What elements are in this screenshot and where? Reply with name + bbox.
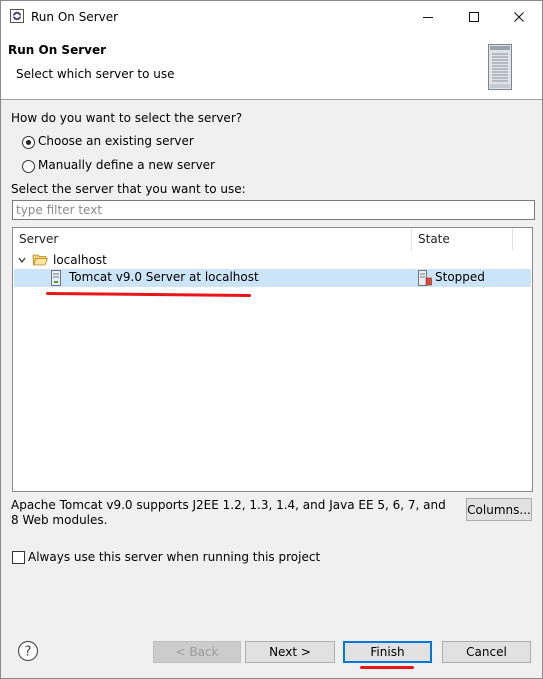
cancel-button[interactable]: Cancel (442, 641, 531, 663)
maximize-icon (469, 12, 479, 22)
server-tree[interactable]: Server State localhost Tomcat v9.0 Serve… (12, 227, 533, 492)
column-header-server[interactable]: Server (13, 228, 412, 250)
svg-text:?: ? (25, 645, 32, 660)
filter-input[interactable] (12, 200, 535, 220)
minimize-icon (423, 17, 433, 18)
server-tower-icon (488, 44, 512, 90)
tree-group-localhost[interactable]: localhost (13, 251, 530, 269)
server-name: Tomcat v9.0 Server at localhost (69, 270, 259, 284)
server-state: Stopped (435, 270, 485, 284)
next-button[interactable]: Next > (245, 641, 335, 663)
red-annotation-underline (360, 666, 414, 669)
header-title: Run On Server (8, 43, 107, 57)
help-icon[interactable]: ? (17, 640, 39, 662)
manual-define-radio[interactable] (22, 160, 35, 173)
columns-button[interactable]: Columns... (466, 498, 532, 521)
selection-question: How do you want to select the server? (11, 111, 243, 125)
stopped-status-icon (418, 270, 432, 286)
title-bar[interactable]: Run On Server (1, 1, 542, 33)
maximize-button[interactable] (451, 1, 497, 33)
eclipse-app-icon (10, 9, 24, 23)
finish-button[interactable]: Finish (343, 641, 432, 663)
server-list-label: Select the server that you want to use: (11, 182, 246, 196)
server-icon (51, 270, 61, 286)
run-on-server-dialog: Run On Server Run On Server Select which… (0, 0, 543, 679)
choose-existing-radio[interactable] (22, 136, 35, 149)
table-row[interactable]: Tomcat v9.0 Server at localhost Stopped (14, 269, 531, 287)
window-title: Run On Server (31, 10, 119, 24)
close-button[interactable] (496, 1, 542, 33)
open-folder-icon (32, 254, 48, 266)
minimize-button[interactable] (405, 1, 451, 33)
server-description: Apache Tomcat v9.0 supports J2EE 1.2, 1.… (11, 498, 446, 527)
chevron-down-icon[interactable] (18, 256, 26, 264)
close-icon (514, 12, 524, 22)
wizard-header: Run On Server Select which server to use (1, 33, 542, 100)
manual-define-label[interactable]: Manually define a new server (38, 158, 215, 172)
back-button[interactable]: < Back (153, 641, 241, 663)
header-description: Select which server to use (16, 67, 175, 81)
column-header-state[interactable]: State (412, 228, 513, 250)
always-use-label[interactable]: Always use this server when running this… (28, 550, 320, 564)
choose-existing-label[interactable]: Choose an existing server (38, 134, 194, 148)
tree-group-label: localhost (53, 253, 107, 267)
always-use-checkbox[interactable] (12, 551, 25, 564)
